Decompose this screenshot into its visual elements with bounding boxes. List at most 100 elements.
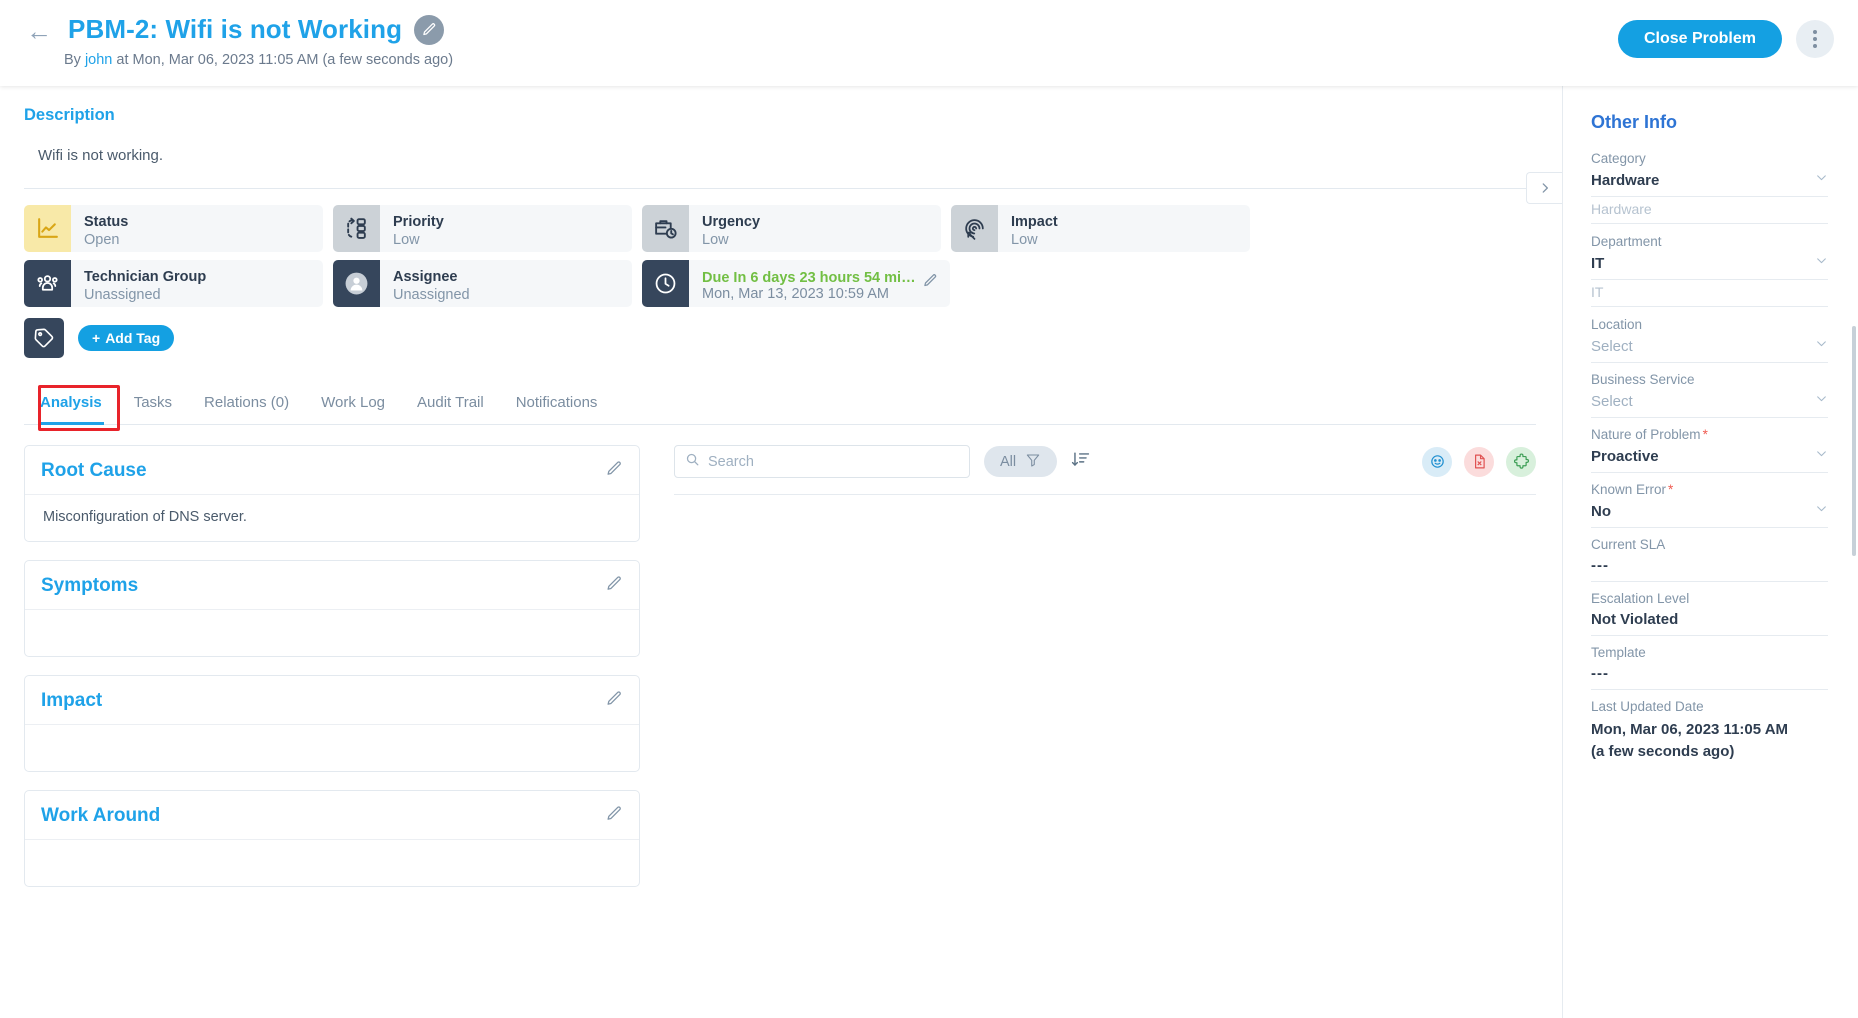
pencil-icon[interactable] — [606, 575, 623, 597]
field-label: Department — [1591, 234, 1828, 249]
field-value-row[interactable]: Hardware — [1591, 171, 1828, 197]
pencil-icon[interactable] — [414, 14, 445, 45]
info-card-body: Technician Group Unassigned — [71, 260, 206, 307]
field-value: Hardware — [1591, 171, 1660, 189]
field-label: Current SLA — [1591, 537, 1828, 552]
field-value-row[interactable]: Proactive — [1591, 447, 1828, 473]
field-label: Known Error * — [1591, 482, 1828, 497]
panel-header: Impact — [25, 676, 639, 725]
panel-header: Work Around — [25, 791, 639, 840]
info-card-body: Impact Low — [998, 205, 1058, 252]
last-updated-line1: Mon, Mar 06, 2023 11:05 AM — [1591, 721, 1789, 738]
smiley-note-icon[interactable] — [1422, 446, 1452, 477]
field-label: Location — [1591, 317, 1828, 332]
field-label-text: Category — [1591, 151, 1646, 166]
add-tag-button[interactable]: + Add Tag — [78, 325, 175, 351]
field-value-row: Not Violated — [1591, 611, 1828, 636]
field-value: Select — [1591, 392, 1633, 410]
priority-flow-icon — [333, 205, 380, 252]
panel-title: Symptoms — [41, 575, 139, 596]
required-asterisk: * — [1668, 482, 1674, 497]
tab-tasks[interactable]: Tasks — [118, 384, 188, 424]
pencil-icon[interactable] — [606, 805, 623, 827]
info-card-value: Open — [84, 231, 120, 248]
arrow-left-icon[interactable]: ← — [26, 18, 52, 44]
sidebar-scrollbar[interactable] — [1852, 326, 1856, 556]
panel-header: Root Cause — [25, 446, 639, 495]
chevron-down-icon[interactable] — [1815, 392, 1828, 410]
panel-title: Root Cause — [41, 460, 147, 481]
analysis-content: Root Cause Misconfiguration of DNS serve… — [24, 445, 1536, 887]
sidebar-collapse-toggle[interactable] — [1526, 172, 1562, 204]
puzzle-piece-icon[interactable] — [1506, 446, 1536, 477]
info-card-row-2: Technician Group Unassigned Assignee Una… — [24, 260, 1536, 307]
info-card-label: Assignee — [393, 268, 458, 285]
field-value: Not Violated — [1591, 611, 1679, 628]
header-actions: Close Problem — [1617, 20, 1834, 58]
filter-all-button[interactable]: All — [984, 446, 1058, 477]
field-value: Select — [1591, 337, 1633, 355]
activity-toolbar: All — [674, 445, 1536, 478]
toolbar-divider — [674, 494, 1536, 495]
pdf-file-icon[interactable] — [1464, 446, 1494, 477]
info-card-urgency[interactable]: Urgency Low — [642, 205, 941, 252]
search-box[interactable] — [674, 445, 970, 478]
info-card-due-in[interactable]: Due In 6 days 23 hours 54 minu… Mon, Mar… — [642, 260, 950, 307]
info-card-value: Low — [1011, 231, 1038, 248]
search-icon — [685, 452, 700, 472]
tag-icon[interactable] — [24, 318, 64, 358]
chevron-down-icon[interactable] — [1815, 254, 1828, 272]
pencil-icon[interactable] — [606, 690, 623, 712]
field-value-row: --- — [1591, 665, 1828, 690]
tab-work-log[interactable]: Work Log — [305, 384, 401, 424]
field-label-text: Escalation Level — [1591, 591, 1690, 606]
info-card-priority[interactable]: Priority Low — [333, 205, 632, 252]
panel-header: Symptoms — [25, 561, 639, 610]
description-label: Description — [24, 106, 115, 124]
required-asterisk: * — [1702, 427, 1708, 442]
tab-audit-trail[interactable]: Audit Trail — [401, 384, 500, 424]
tab-notifications[interactable]: Notifications — [500, 384, 614, 424]
chevron-down-icon[interactable] — [1815, 502, 1828, 520]
chevron-down-icon[interactable] — [1815, 337, 1828, 355]
field-label: Last Updated Date — [1591, 699, 1828, 714]
chevron-down-icon[interactable] — [1815, 447, 1828, 465]
chevron-down-icon[interactable] — [1815, 171, 1828, 189]
close-problem-button[interactable]: Close Problem — [1617, 20, 1782, 58]
problem-detail-page: ← PBM-2: Wifi is not Working By john at … — [0, 0, 1858, 1018]
pencil-icon[interactable] — [923, 273, 938, 293]
field-label-text: Location — [1591, 317, 1643, 332]
other-info-sidebar: Other Info Category Hardware Hardware De… — [1562, 86, 1858, 1018]
kebab-menu-icon[interactable] — [1796, 20, 1834, 58]
panel-body — [25, 610, 639, 656]
field-label: Nature of Problem * — [1591, 427, 1828, 442]
panel-root-cause: Root Cause Misconfiguration of DNS serve… — [24, 445, 640, 542]
search-input[interactable] — [708, 453, 959, 470]
field-value-row[interactable]: IT — [1591, 254, 1828, 280]
sort-descending-icon[interactable] — [1071, 450, 1090, 474]
field-value-row[interactable]: Select — [1591, 337, 1828, 363]
field-template: Template --- — [1591, 645, 1828, 690]
field-business-service: Business Service Select — [1591, 372, 1828, 418]
info-card-label: Technician Group — [84, 268, 207, 285]
info-card-value: Low — [393, 231, 420, 248]
tab-bar: Analysis Tasks Relations (0) Work Log Au… — [24, 384, 1536, 431]
byline-user-link[interactable]: john — [85, 52, 112, 68]
field-label-text: Known Error — [1591, 482, 1667, 497]
field-label-text: Current SLA — [1591, 537, 1666, 552]
pencil-icon[interactable] — [606, 460, 623, 482]
field-value-row[interactable]: Select — [1591, 392, 1828, 418]
panel-symptoms: Symptoms — [24, 560, 640, 657]
field-label-text: Department — [1591, 234, 1662, 249]
info-card-status[interactable]: Status Open — [24, 205, 323, 252]
field-label-text: Template — [1591, 645, 1646, 660]
info-card-assignee[interactable]: Assignee Unassigned — [333, 260, 632, 307]
info-card-technician-group[interactable]: Technician Group Unassigned — [24, 260, 323, 307]
tab-analysis[interactable]: Analysis — [24, 384, 118, 425]
due-in-title: Due In 6 days 23 hours 54 minu… — [702, 270, 920, 286]
info-card-impact[interactable]: Impact Low — [951, 205, 1250, 252]
panel-body: Misconfiguration of DNS server. — [43, 509, 247, 525]
field-value-row[interactable]: No — [1591, 502, 1828, 528]
tab-relations[interactable]: Relations (0) — [188, 384, 305, 424]
tag-row: + Add Tag — [24, 318, 1536, 358]
